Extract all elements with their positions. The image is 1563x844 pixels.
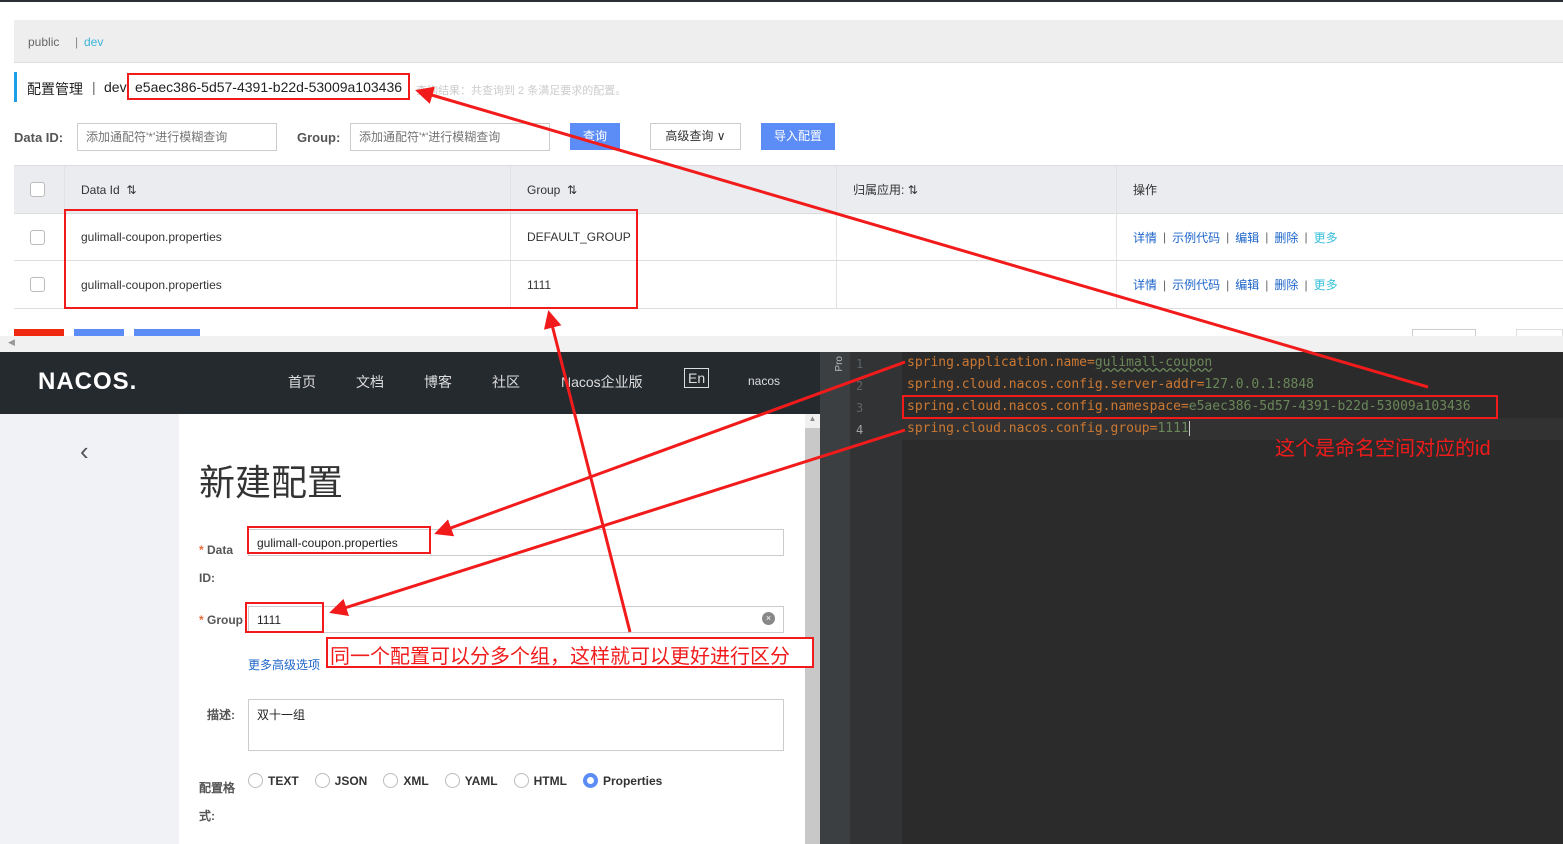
table-header: Data Id ⇅ Group ⇅ 归属应用: ⇅ 操作 (14, 166, 1563, 214)
page-title: 配置管理 (27, 81, 83, 97)
import-config-button[interactable]: 导入配置 (761, 123, 835, 150)
group-search-input[interactable] (350, 123, 550, 151)
line-number: 4 (856, 423, 864, 437)
config-table: Data Id ⇅ Group ⇅ 归属应用: ⇅ 操作 gulimall-co… (14, 165, 1563, 309)
title-accent (14, 72, 17, 102)
code-line[interactable]: spring.cloud.nacos.config.group=1111 (907, 421, 1190, 436)
sample-code-link[interactable]: 示例代码 (1172, 229, 1220, 246)
data-id-label: Data ID: (14, 130, 64, 145)
row-actions: 详情 | 示例代码 | 编辑 | 删除 | 更多 (1116, 214, 1563, 260)
header-app[interactable]: 归属应用: ⇅ (836, 166, 1116, 213)
scroll-left-icon[interactable]: ◀ (8, 337, 15, 348)
line-number: 2 (856, 379, 864, 393)
description-textarea[interactable]: 双十一组 (248, 699, 784, 751)
query-result: 查询结果：共查询到 2 条满足要求的配置。 (416, 85, 627, 97)
namespace-separator: | (75, 35, 79, 49)
sidebar: ‹ (0, 414, 179, 844)
detail-link[interactable]: 详情 (1133, 276, 1157, 293)
code-line[interactable]: spring.cloud.nacos.config.server-addr=12… (907, 377, 1314, 392)
format-radio-text[interactable]: TEXT (248, 773, 299, 788)
nav-enterprise[interactable]: Nacos企业版 (561, 372, 643, 392)
group-field-label: * Group (199, 613, 244, 627)
group-field[interactable]: 1111 × (248, 606, 784, 633)
format-radio-xml[interactable]: XML (383, 773, 429, 788)
row-actions: 详情 | 示例代码 | 编辑 | 删除 | 更多 (1116, 261, 1563, 308)
line-number: 1 (856, 357, 864, 371)
user-menu[interactable]: nacos (748, 374, 780, 388)
nav-home[interactable]: 首页 (288, 372, 316, 392)
group-label: Group: (297, 130, 341, 145)
select-all-checkbox[interactable] (30, 182, 45, 197)
sort-icon[interactable]: ⇅ (126, 183, 136, 197)
row-checkbox[interactable] (30, 229, 45, 245)
namespace-public[interactable]: public (28, 35, 59, 49)
more-link[interactable]: 更多 (1314, 229, 1338, 246)
annotation-box-namespace-line (902, 395, 1498, 419)
line-number: 3 (856, 401, 864, 415)
code-editor: Pro 1 2 3 4 spring.application.name=guli… (820, 352, 1563, 844)
sort-icon[interactable]: ⇅ (567, 183, 577, 197)
nav-blog[interactable]: 博客 (424, 372, 452, 392)
form-title: 新建配置 (199, 462, 344, 503)
chevron-down-icon: ∨ (716, 129, 726, 143)
edit-link[interactable]: 编辑 (1235, 229, 1259, 246)
more-options-link[interactable]: 更多高级选项 (248, 656, 320, 673)
nacos-header: NACOS. 首页 文档 博客 社区 Nacos企业版 En nacos (0, 352, 820, 414)
text-cursor (1188, 421, 1190, 436)
annotation-box-namespace-id (127, 73, 410, 100)
format-radio-html[interactable]: HTML (513, 773, 567, 788)
detail-link[interactable]: 详情 (1133, 229, 1157, 246)
more-link[interactable]: 更多 (1314, 276, 1338, 293)
project-tool-strip: Pro (820, 352, 850, 844)
row-checkbox[interactable] (30, 277, 45, 292)
sample-code-link[interactable]: 示例代码 (1172, 276, 1220, 293)
advanced-query-button[interactable]: 高级查询 ∨ (650, 123, 741, 150)
back-chevron-icon[interactable]: ‹ (80, 436, 89, 467)
annotation-box-table-rows (64, 209, 638, 309)
format-radio-json[interactable]: JSON (314, 773, 367, 788)
annotation-box-group (245, 602, 324, 633)
cell-app (836, 261, 1116, 308)
header-actions: 操作 (1116, 166, 1563, 213)
namespace-dev[interactable]: dev (84, 35, 103, 49)
namespace-bar: public | dev (14, 20, 1563, 63)
edit-link[interactable]: 编辑 (1235, 276, 1259, 293)
data-id-field-label: * Data ID: (199, 543, 234, 585)
namespace-name: dev (104, 79, 127, 95)
query-button[interactable]: 查询 (570, 123, 620, 150)
horizontal-scrollbar[interactable]: ◀ (0, 336, 1563, 352)
code-line[interactable]: spring.application.name=gulimall-coupon (907, 355, 1212, 370)
vertical-scrollbar[interactable]: ▲ (805, 414, 820, 844)
sort-icon[interactable]: ⇅ (908, 183, 918, 197)
annotation-group-note: 同一个配置可以分多个组，这样就可以更好进行区分 (326, 637, 814, 668)
format-radio-yaml[interactable]: YAML (444, 773, 498, 788)
annotation-namespace-note: 这个是命名空间对应的id (1275, 438, 1491, 460)
delete-link[interactable]: 删除 (1274, 229, 1298, 246)
title-separator: | (92, 79, 96, 95)
nav-docs[interactable]: 文档 (356, 372, 384, 392)
header-group[interactable]: Group ⇅ (510, 166, 836, 213)
project-tab[interactable]: Pro (834, 356, 845, 372)
format-radio-group: TEXT JSON XML YAML HTML Properties (248, 773, 678, 788)
delete-link[interactable]: 删除 (1274, 276, 1298, 293)
language-toggle[interactable]: En (684, 368, 710, 388)
cell-app (836, 214, 1116, 260)
format-label: 配置格式: (199, 781, 236, 823)
advanced-query-label: 高级查询 (665, 129, 714, 143)
header-data-id[interactable]: Data Id ⇅ (64, 166, 510, 213)
clear-icon[interactable]: × (762, 612, 775, 625)
annotation-box-data-id (247, 526, 431, 554)
data-id-search-input[interactable] (77, 123, 277, 151)
description-label: 描述: (207, 708, 235, 722)
format-radio-properties[interactable]: Properties (582, 773, 662, 788)
nav-community[interactable]: 社区 (492, 372, 520, 392)
nacos-logo[interactable]: NACOS. (38, 368, 137, 396)
